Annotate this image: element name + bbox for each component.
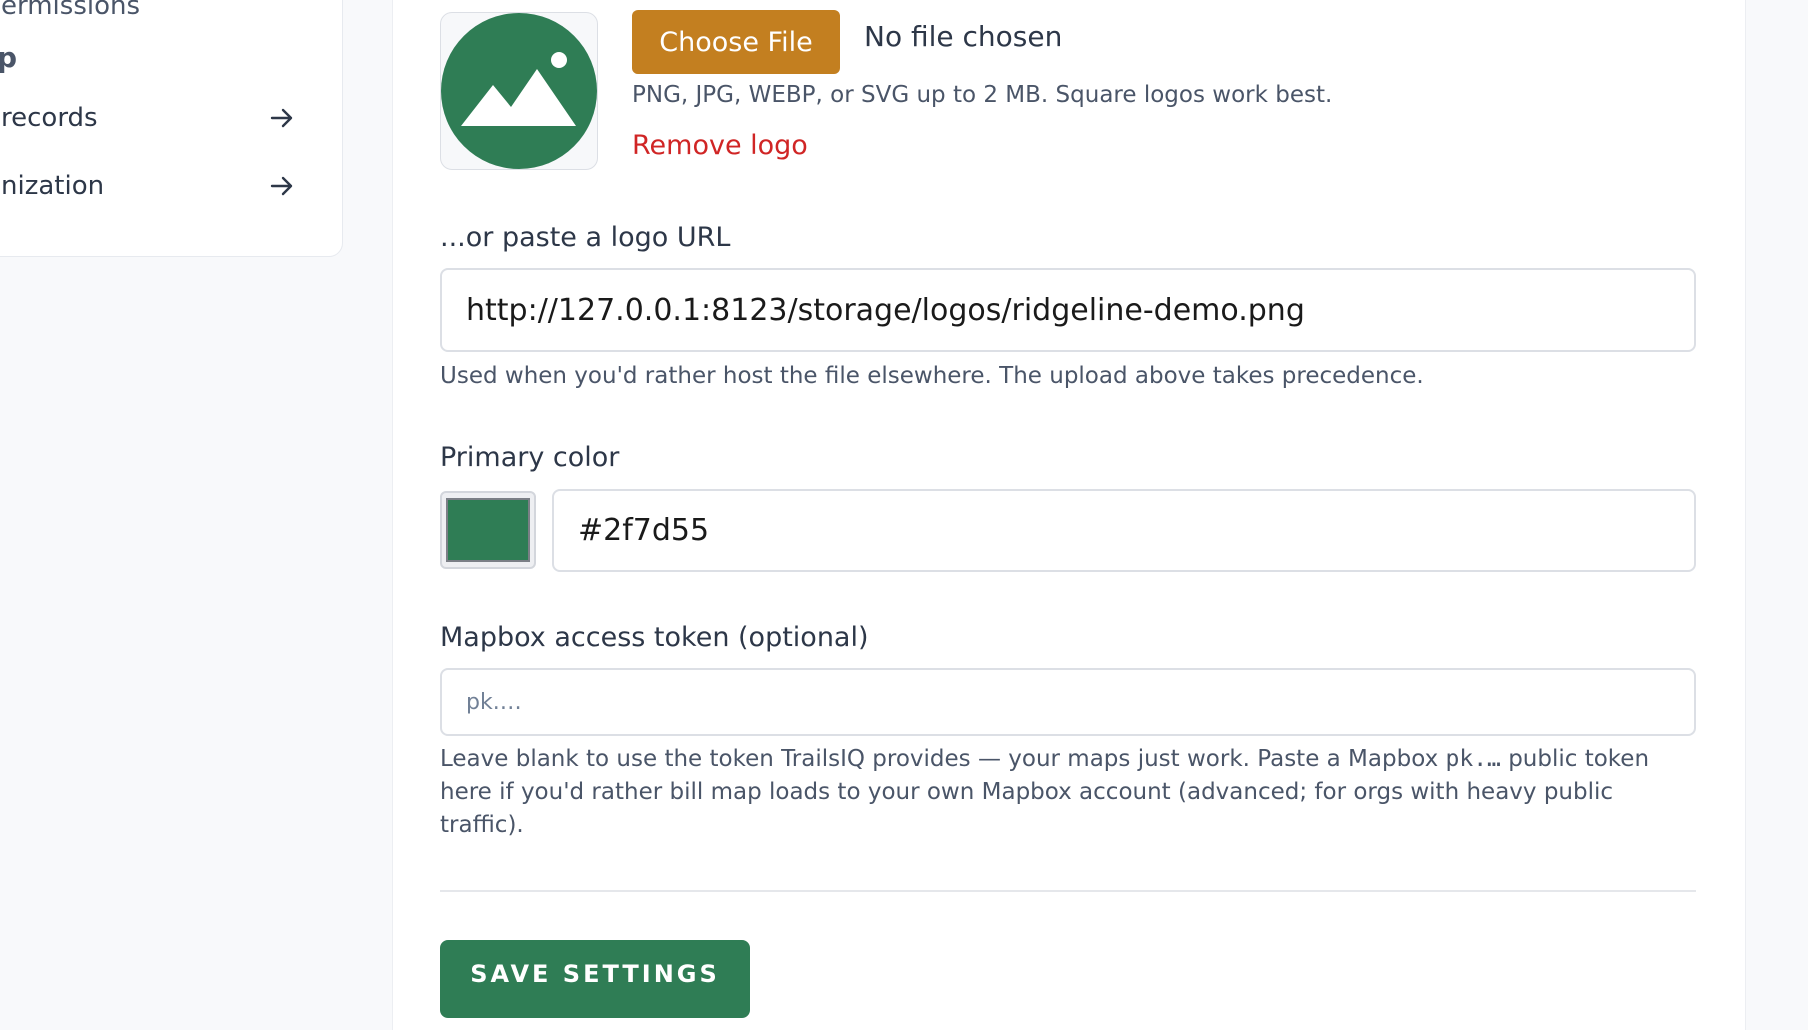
primary-color-input[interactable] [552, 489, 1696, 572]
divider [440, 890, 1696, 892]
save-settings-button[interactable]: SAVE SETTINGS [440, 940, 750, 1018]
remove-logo-link[interactable]: Remove logo [632, 130, 808, 161]
color-picker[interactable] [440, 491, 536, 569]
logo-url-input[interactable] [440, 268, 1696, 352]
arrow-right-icon [267, 103, 297, 133]
sidebar-item-label: records [1, 103, 98, 133]
choose-file-button[interactable]: Choose File [632, 10, 840, 74]
mapbox-help-code: pk.… [1445, 746, 1501, 772]
logo-url-help: Used when you'd rather host the file els… [440, 363, 1424, 389]
logo-upload-hint: PNG, JPG, WEBP, or SVG up to 2 MB. Squar… [632, 82, 1333, 108]
sidebar: ermissions p records nization [0, 0, 343, 257]
mapbox-help-text: Leave blank to use the token TrailsIQ pr… [440, 746, 1446, 772]
image-placeholder-icon [441, 13, 597, 169]
file-status-text: No file chosen [864, 20, 1063, 53]
primary-color-label: Primary color [440, 442, 620, 473]
logo-url-label: ...or paste a logo URL [440, 222, 731, 253]
sidebar-section-heading-partial: p [0, 41, 17, 74]
mapbox-token-help: Leave blank to use the token TrailsIQ pr… [440, 743, 1700, 842]
sidebar-item-label: nization [1, 171, 105, 201]
sidebar-item-permissions-partial[interactable]: ermissions [1, 0, 140, 19]
sidebar-item-records[interactable]: records [1, 96, 297, 140]
mapbox-token-input[interactable] [440, 668, 1696, 736]
logo-preview [440, 12, 598, 170]
arrow-right-icon [267, 171, 297, 201]
color-swatch [446, 498, 530, 562]
mapbox-token-label: Mapbox access token (optional) [440, 622, 869, 653]
sidebar-item-organization[interactable]: nization [1, 164, 297, 208]
